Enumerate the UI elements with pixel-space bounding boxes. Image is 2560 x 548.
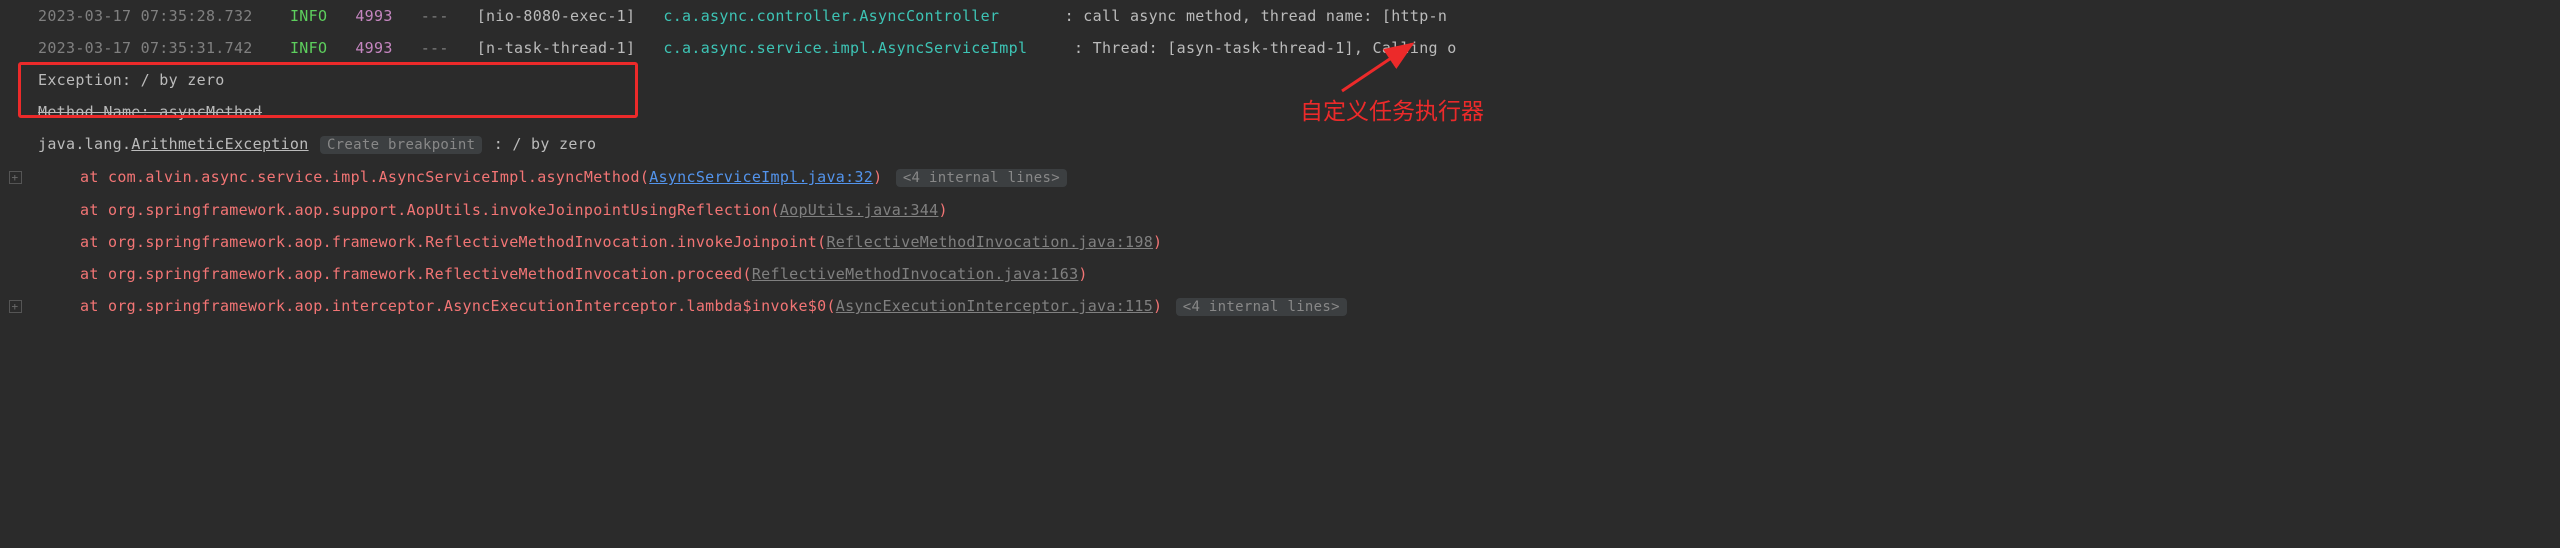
stack-location: at org.springframework.aop.interceptor.A… xyxy=(80,297,836,315)
exception-summary: Exception: / by zero xyxy=(0,64,2560,96)
separator: --- xyxy=(421,7,449,25)
source-link[interactable]: ReflectiveMethodInvocation.java:163 xyxy=(752,265,1079,283)
process-id: 4993 xyxy=(355,7,392,25)
process-id: 4993 xyxy=(355,39,392,57)
stack-frame: at org.springframework.aop.framework.Ref… xyxy=(0,258,2560,290)
close-paren: ) xyxy=(1153,233,1162,251)
internal-lines-badge[interactable]: <4 internal lines> xyxy=(896,169,1067,187)
stack-location: at org.springframework.aop.framework.Ref… xyxy=(80,265,752,283)
expand-icon[interactable]: + xyxy=(8,171,22,185)
stack-location: at com.alvin.async.service.impl.AsyncSer… xyxy=(80,168,649,186)
exception-class-link[interactable]: ArithmeticException xyxy=(131,135,308,153)
log-level: INFO xyxy=(290,39,327,57)
separator: --- xyxy=(421,39,449,57)
internal-lines-badge[interactable]: <4 internal lines> xyxy=(1176,298,1347,316)
stack-location: at org.springframework.aop.framework.Ref… xyxy=(80,233,826,251)
stack-location: at org.springframework.aop.support.AopUt… xyxy=(80,201,780,219)
close-paren: ) xyxy=(873,168,882,186)
source-link[interactable]: AsyncExecutionInterceptor.java:115 xyxy=(836,297,1153,315)
exception-class-line: java.lang.ArithmeticException Create bre… xyxy=(0,128,2560,161)
timestamp: 2023-03-17 07:35:28.732 xyxy=(38,7,253,25)
method-name-line: Method Name: asyncMethod xyxy=(0,96,2560,128)
exception-message: : / by zero xyxy=(494,135,597,153)
stack-frame: + at org.springframework.aop.interceptor… xyxy=(0,290,2560,323)
timestamp: 2023-03-17 07:35:31.742 xyxy=(38,39,253,57)
source-link[interactable]: AopUtils.java:344 xyxy=(780,201,939,219)
exception-text: Exception: / by zero xyxy=(38,71,225,89)
source-link[interactable]: AsyncServiceImpl.java:32 xyxy=(649,168,873,186)
exception-prefix: java.lang. xyxy=(38,135,131,153)
stack-frame: + at com.alvin.async.service.impl.AsyncS… xyxy=(0,161,2560,194)
thread-name: [n-task-thread-1] xyxy=(477,39,636,57)
create-breakpoint-button[interactable]: Create breakpoint xyxy=(320,136,482,154)
stack-frame: at org.springframework.aop.framework.Ref… xyxy=(0,226,2560,258)
thread-name: [nio-8080-exec-1] xyxy=(477,7,636,25)
log-output-panel: 2023-03-17 07:35:28.732 INFO 4993 --- [n… xyxy=(0,0,2560,323)
log-message: : call async method, thread name: [http-… xyxy=(1065,7,1448,25)
expand-icon[interactable]: + xyxy=(8,300,22,314)
log-entry: 2023-03-17 07:35:31.742 INFO 4993 --- [n… xyxy=(0,32,2560,64)
log-message: : Thread: [asyn-task-thread-1], Calling … xyxy=(1074,39,1457,57)
logger-name: c.a.async.controller.AsyncController xyxy=(663,7,999,25)
stack-frame: at org.springframework.aop.support.AopUt… xyxy=(0,194,2560,226)
log-entry: 2023-03-17 07:35:28.732 INFO 4993 --- [n… xyxy=(0,0,2560,32)
close-paren: ) xyxy=(1078,265,1087,283)
logger-name: c.a.async.service.impl.AsyncServiceImpl xyxy=(663,39,1027,57)
close-paren: ) xyxy=(1153,297,1162,315)
source-link[interactable]: ReflectiveMethodInvocation.java:198 xyxy=(826,233,1153,251)
close-paren: ) xyxy=(938,201,947,219)
method-name-text: Method Name: asyncMethod xyxy=(38,103,262,121)
log-level: INFO xyxy=(290,7,327,25)
